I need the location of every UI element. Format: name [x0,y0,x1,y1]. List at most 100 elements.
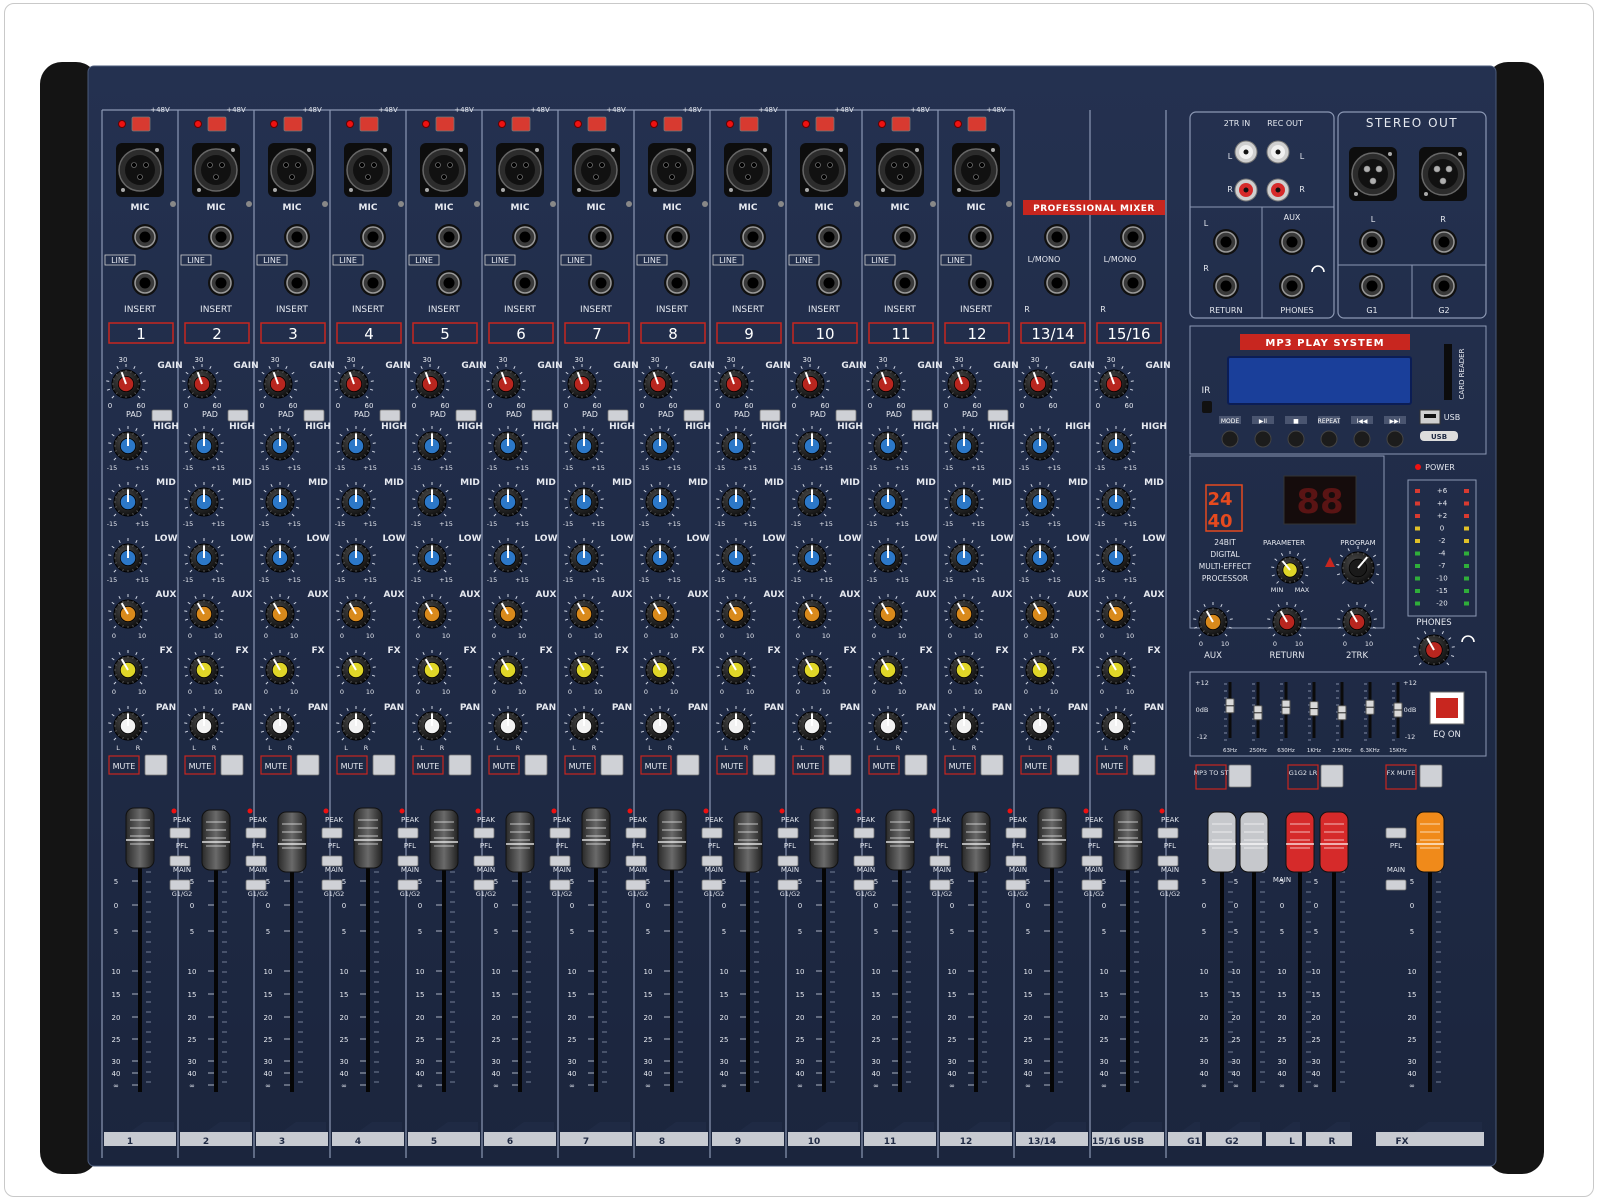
insert-jack-3[interactable] [284,270,310,296]
line-input-11[interactable] [892,224,918,250]
g1g2-button[interactable] [473,879,495,891]
phantom-switch[interactable] [967,116,987,132]
eq-on-button[interactable] [1436,698,1458,718]
rec-out-r-rca[interactable] [1266,178,1290,202]
main-button[interactable] [169,855,191,867]
pfl-button[interactable] [853,827,875,839]
phantom-switch[interactable] [207,116,227,132]
line-input-4[interactable] [360,224,386,250]
mp3-button-1[interactable] [1254,430,1272,448]
mic-input-11[interactable] [876,143,924,197]
main-button[interactable] [473,855,495,867]
g1g2-button[interactable] [397,879,419,891]
mute-button-5[interactable] [448,754,472,776]
g1g2-button[interactable] [853,879,875,891]
pad-switch-12[interactable] [987,409,1009,422]
insert-jack-1[interactable] [132,270,158,296]
mic-input-6[interactable] [496,143,544,197]
channel-fader-10[interactable] [885,809,915,871]
mute-button-13/14[interactable] [1056,754,1080,776]
pfl-button[interactable] [549,827,571,839]
mute-button-9[interactable] [752,754,776,776]
pfl-button[interactable] [169,827,191,839]
channel-fader-1[interactable] [201,809,231,871]
phantom-switch[interactable] [891,116,911,132]
insert-jack-7[interactable] [588,270,614,296]
main-button[interactable] [777,855,799,867]
stereo-input-r-15/16[interactable] [1120,270,1146,296]
insert-jack-11[interactable] [892,270,918,296]
phantom-switch[interactable] [663,116,683,132]
pad-switch-4[interactable] [379,409,401,422]
channel-fader-8[interactable] [733,811,763,873]
mp3-button-5[interactable] [1386,430,1404,448]
g1g2-button[interactable] [701,879,723,891]
mic-input-1[interactable] [116,143,164,197]
insert-jack-2[interactable] [208,270,234,296]
insert-jack-6[interactable] [512,270,538,296]
mute-button-6[interactable] [524,754,548,776]
group-button-0[interactable] [1228,764,1252,788]
line-input-5[interactable] [436,224,462,250]
channel-fader-9[interactable] [809,807,839,869]
stereo-input-l-13/14[interactable] [1044,224,1070,250]
line-input-2[interactable] [208,224,234,250]
pad-switch-8[interactable] [683,409,705,422]
mute-button-4[interactable] [372,754,396,776]
insert-jack-9[interactable] [740,270,766,296]
pad-switch-3[interactable] [303,409,325,422]
mute-button-15/16[interactable] [1132,754,1156,776]
channel-fader-0[interactable] [125,807,155,869]
mic-input-9[interactable] [724,143,772,197]
mic-input-12[interactable] [952,143,1000,197]
group-button-1[interactable] [1320,764,1344,788]
g1g2-button[interactable] [245,879,267,891]
insert-jack-12[interactable] [968,270,994,296]
line-input-3[interactable] [284,224,310,250]
mic-input-2[interactable] [192,143,240,197]
group-button-2[interactable] [1419,764,1443,788]
phantom-switch[interactable] [435,116,455,132]
g1g2-button[interactable] [929,879,951,891]
line-input-9[interactable] [740,224,766,250]
mute-button-3[interactable] [296,754,320,776]
line-input-8[interactable] [664,224,690,250]
pfl-button[interactable] [929,827,951,839]
pfl-button[interactable] [1005,827,1027,839]
mute-button-11[interactable] [904,754,928,776]
pad-switch-11[interactable] [911,409,933,422]
main-button[interactable] [701,855,723,867]
stereo-out-l-jack[interactable] [1359,229,1385,255]
mute-button-10[interactable] [828,754,852,776]
phantom-switch[interactable] [511,116,531,132]
return-l-jack[interactable] [1213,229,1239,255]
group-1-jack[interactable] [1359,273,1385,299]
pad-switch-10[interactable] [835,409,857,422]
phantom-switch[interactable] [283,116,303,132]
phantom-switch[interactable] [359,116,379,132]
group-2-jack[interactable] [1431,273,1457,299]
insert-jack-4[interactable] [360,270,386,296]
channel-fader-3[interactable] [353,807,383,869]
channel-fader-5[interactable] [505,811,535,873]
pfl-button[interactable] [473,827,495,839]
mp3-button-0[interactable] [1221,430,1239,448]
insert-jack-5[interactable] [436,270,462,296]
pad-switch-2[interactable] [227,409,249,422]
main-button[interactable] [1005,855,1027,867]
main-button[interactable] [397,855,419,867]
mute-button-1[interactable] [144,754,168,776]
mute-button-8[interactable] [676,754,700,776]
line-input-1[interactable] [132,224,158,250]
g1g2-button[interactable] [321,879,343,891]
mic-input-4[interactable] [344,143,392,197]
mic-input-10[interactable] [800,143,848,197]
channel-fader-7[interactable] [657,809,687,871]
channel-fader-2[interactable] [277,811,307,873]
pfl-button[interactable] [245,827,267,839]
mic-input-3[interactable] [268,143,316,197]
channel-fader-4[interactable] [429,809,459,871]
mp3-button-2[interactable] [1287,430,1305,448]
g1g2-button[interactable] [625,879,647,891]
main-button[interactable] [625,855,647,867]
